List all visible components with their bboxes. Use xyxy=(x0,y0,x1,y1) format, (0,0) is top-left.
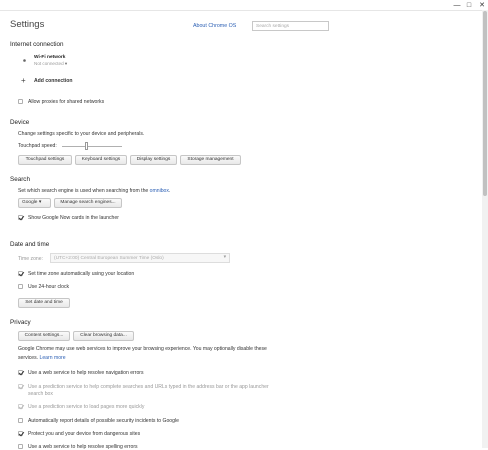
use-24-hour-label: Use 24-hour clock xyxy=(28,284,70,290)
google-now-checkbox[interactable] xyxy=(18,215,23,220)
spelling-errors-checkbox[interactable] xyxy=(18,444,23,449)
scrollbar-thumb[interactable] xyxy=(483,11,487,196)
add-icon: + xyxy=(21,76,26,85)
maximize-button[interactable]: □ xyxy=(465,2,473,9)
device-description: Change settings specific to your device … xyxy=(18,131,145,137)
use-24-hour-checkbox[interactable] xyxy=(18,284,23,289)
prediction-load-checkbox[interactable] xyxy=(18,404,23,409)
dangerous-sites-label: Protect you and your device from dangero… xyxy=(28,431,141,437)
chevron-down-icon: ▾ xyxy=(38,200,42,205)
navigation-errors-checkbox[interactable] xyxy=(18,370,23,375)
prediction-load-label: Use a prediction service to load pages m… xyxy=(28,404,145,410)
touchpad-speed-label: Touchpad speed: xyxy=(18,143,57,149)
navigation-errors-label: Use a web service to help resolve naviga… xyxy=(28,370,144,376)
chevron-down-icon: ▾ xyxy=(64,61,68,66)
about-chrome-os-link[interactable]: About Chrome OS xyxy=(193,23,236,29)
internet-connection-heading: Internet connection xyxy=(10,41,64,48)
timezone-label: Time zone: xyxy=(18,256,44,262)
close-button[interactable]: ✕ xyxy=(478,2,486,9)
security-incidents-label: Automatically report details of possible… xyxy=(28,418,179,424)
learn-more-link[interactable]: Learn more xyxy=(40,355,66,361)
network-name: Wi-Fi network xyxy=(34,55,66,60)
titlebar-divider xyxy=(0,10,488,11)
google-now-label: Show Google Now cards in the launcher xyxy=(28,215,119,221)
minimize-button[interactable]: — xyxy=(453,2,461,9)
minimize-icon: — xyxy=(453,2,461,9)
chevron-down-icon: ▾ xyxy=(223,255,226,260)
dangerous-sites-checkbox[interactable] xyxy=(18,431,23,436)
manage-search-engines-button[interactable]: Manage search engines... xyxy=(54,198,122,208)
search-engine-select[interactable]: Google ▾ xyxy=(18,198,51,208)
touchpad-speed-slider-handle[interactable] xyxy=(84,142,88,150)
keyboard-settings-button[interactable]: Keyboard settings xyxy=(75,155,127,165)
privacy-description-line1: Google Chrome may use web services to im… xyxy=(18,346,267,352)
search-settings-input[interactable]: Search settings xyxy=(252,21,329,31)
search-description: Set which search engine is used when sea… xyxy=(18,188,171,194)
auto-timezone-label: Set time zone automatically using your l… xyxy=(28,271,135,277)
prediction-search-checkbox[interactable] xyxy=(18,384,23,389)
auto-timezone-checkbox[interactable] xyxy=(18,271,23,276)
clear-browsing-data-button[interactable]: Clear browsing data... xyxy=(73,331,134,341)
display-settings-button[interactable]: Display settings xyxy=(130,155,177,165)
prediction-search-label-line2: search box xyxy=(28,391,53,397)
date-time-heading: Date and time xyxy=(10,241,50,248)
omnibox-link[interactable]: omnibox xyxy=(150,188,169,194)
timezone-select[interactable]: (UTC+2:00) Central European Summer Time … xyxy=(50,253,230,263)
privacy-description-line2: services. Learn more xyxy=(18,355,66,361)
wifi-icon xyxy=(22,58,27,63)
network-status[interactable]: Not connected ▾ xyxy=(34,61,67,67)
prediction-search-label-line1: Use a prediction service to help complet… xyxy=(28,384,269,390)
security-incidents-checkbox[interactable] xyxy=(18,418,23,423)
spelling-errors-label: Use a web service to help resolve spelli… xyxy=(28,444,138,450)
privacy-heading: Privacy xyxy=(10,319,31,326)
close-icon: ✕ xyxy=(479,2,485,9)
touchpad-settings-button[interactable]: Touchpad settings xyxy=(18,155,72,165)
search-heading: Search xyxy=(10,176,30,183)
device-heading: Device xyxy=(10,119,30,126)
content-settings-button[interactable]: Content settings... xyxy=(18,331,70,341)
storage-management-button[interactable]: Storage management xyxy=(180,155,241,165)
allow-proxies-checkbox[interactable] xyxy=(18,99,23,104)
page-title: Settings xyxy=(10,19,45,30)
allow-proxies-label: Allow proxies for shared networks xyxy=(28,99,105,105)
set-date-time-button[interactable]: Set date and time xyxy=(18,298,70,308)
add-connection-button[interactable]: Add connection xyxy=(34,78,72,84)
maximize-icon: □ xyxy=(466,2,472,9)
touchpad-speed-slider[interactable] xyxy=(62,146,122,147)
